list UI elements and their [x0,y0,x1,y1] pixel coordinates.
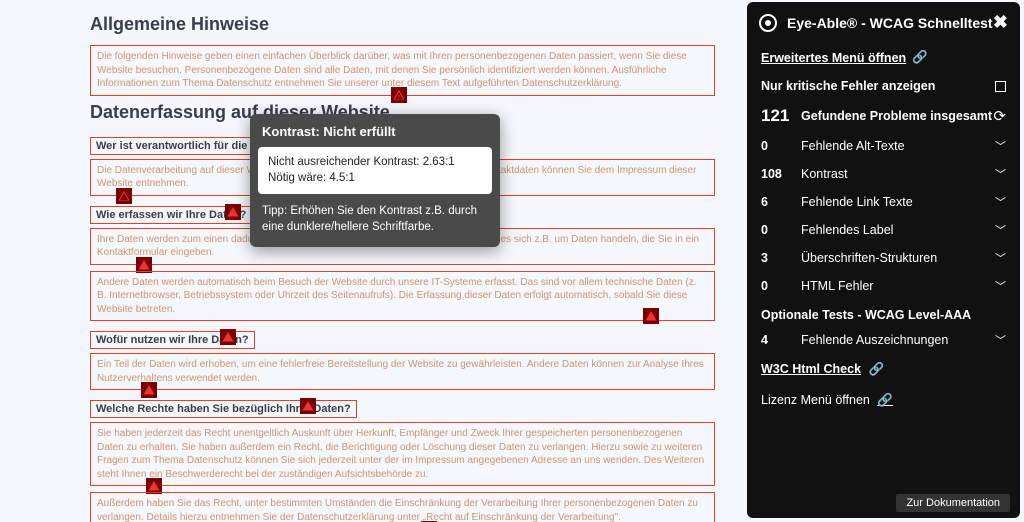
checkbox-icon[interactable] [995,81,1006,92]
paragraph-box[interactable]: Die folgenden Hinweise geben einen einfa… [90,45,715,96]
contrast-tooltip: Kontrast: Nicht erfüllt Nicht ausreichen… [250,114,500,247]
chevron-down-icon: ﹀ [995,278,1006,294]
heading-general: Allgemeine Hinweise [90,14,715,35]
tooltip-title: Kontrast: Nicht erfüllt [250,114,500,143]
panel-header: Eye-Able® - WCAG Schnelltest ✖ [747,2,1020,43]
tooltip-tip: Tipp: Erhöhen Sie den Kontrast z.B. durc… [250,198,500,247]
external-link-icon: 🔗 [877,393,893,407]
page-content: Allgemeine Hinweise Die folgenden Hinwei… [0,0,745,522]
reload-icon[interactable]: ⟳ [993,107,1006,125]
external-link-icon: 🔗 [869,362,885,376]
paragraph-box[interactable]: Ein Teil der Daten wird erhoben, um eine… [90,353,715,390]
paragraph-box[interactable]: Andere Daten werden automatisch beim Bes… [90,271,715,322]
external-link-icon: 🔗 [912,50,928,65]
total-problems-row: 121 Gefundene Probleme insgesamt ⟳ [747,100,1020,132]
warning-icon[interactable] [300,398,316,414]
panel-title: Eye-Able® - WCAG Schnelltest [787,15,993,31]
paragraph-box[interactable]: Sie haben jederzeit das Recht unentgeltl… [90,422,715,486]
paragraph-box[interactable]: Außerdem haben Sie das Recht, unter best… [90,492,715,522]
issue-row-markups[interactable]: 4 Fehlende Auszeichnungen ﹀ [747,326,1020,354]
warning-icon[interactable] [391,87,407,103]
warning-icon[interactable] [225,204,241,220]
total-count: 121 [761,106,801,126]
close-icon[interactable]: ✖ [993,12,1008,33]
critical-only-toggle[interactable]: Nur kritische Fehler anzeigen [747,72,1020,100]
chevron-down-icon: ﹀ [995,194,1006,210]
eyeable-logo-icon [759,14,777,32]
optional-tests-label: Optionale Tests - WCAG Level-AAA [747,300,1020,326]
chevron-down-icon: ﹀ [995,250,1006,266]
warning-icon[interactable] [643,308,659,324]
issue-row-alt-texts[interactable]: 0 Fehlende Alt-Texte ﹀ [747,132,1020,160]
w3c-check-link[interactable]: W3C Html Check 🔗 [747,354,1020,385]
issue-row-html[interactable]: 0 HTML Fehler ﹀ [747,272,1020,300]
chevron-down-icon: ﹀ [995,222,1006,238]
eyeable-panel: Eye-Able® - WCAG Schnelltest ✖ Erweitert… [747,2,1020,518]
warning-icon[interactable] [220,329,236,345]
chevron-down-icon: ﹀ [995,332,1006,348]
license-menu-link[interactable]: Lizenz Menü öffnen 🔗 [747,385,1020,416]
issue-row-contrast[interactable]: 108 Kontrast ﹀ [747,160,1020,188]
issue-row-link-texts[interactable]: 6 Fehlende Link Texte ﹀ [747,188,1020,216]
tooltip-body: Nicht ausreichender Kontrast: 2.63:1 Nöt… [258,147,492,194]
chevron-down-icon: ﹀ [995,138,1006,154]
subheading-rights[interactable]: Welche Rechte haben Sie bezüglich Ihrer … [90,400,357,418]
extended-menu-link[interactable]: Erweitertes Menü öffnen 🔗 [747,43,1020,72]
issue-row-headings[interactable]: 3 Überschriften-Strukturen ﹀ [747,244,1020,272]
chevron-down-icon: ﹀ [995,166,1006,182]
documentation-link[interactable]: Zur Dokumentation [896,494,1010,512]
issue-row-label[interactable]: 0 Fehlendes Label ﹀ [747,216,1020,244]
